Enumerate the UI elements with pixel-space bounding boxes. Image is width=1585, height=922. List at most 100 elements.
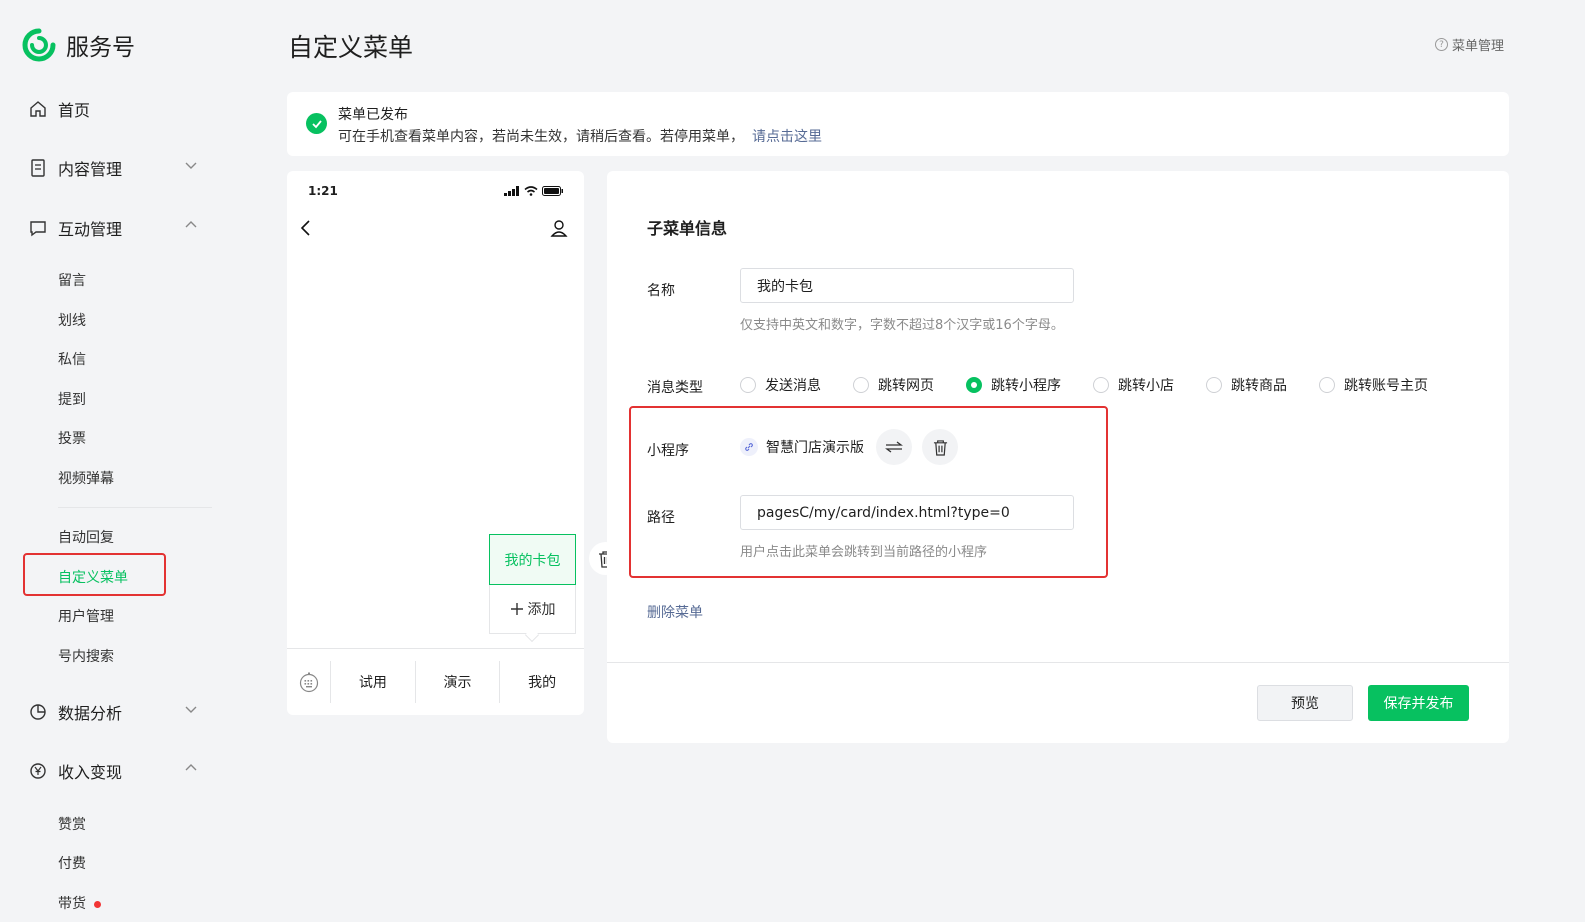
chevron-up-icon <box>185 764 197 771</box>
radio-label: 跳转网页 <box>878 378 934 394</box>
signal-icon <box>504 186 519 196</box>
preview-button[interactable]: 预览 <box>1257 685 1353 721</box>
nav-content[interactable]: 内容管理 <box>28 156 198 180</box>
radio-account-home[interactable]: 跳转账号主页 <box>1319 375 1428 395</box>
radio-mini-program[interactable]: 跳转小程序 <box>966 375 1061 395</box>
radio-label: 发送消息 <box>765 378 821 394</box>
radio-circle <box>740 377 756 393</box>
sidebar: 服务号 首页 内容管理 互动管理 留言 划线 私信 提到 投票 视频弹幕 自动回… <box>0 0 230 922</box>
submenu-add-button[interactable]: 添加 <box>489 585 576 634</box>
nav-sub-user-manage[interactable]: 用户管理 <box>58 606 114 626</box>
nav-sub-underline[interactable]: 划线 <box>58 310 86 330</box>
nav-interact[interactable]: 互动管理 <box>28 216 198 240</box>
nav-divider <box>58 507 212 508</box>
nav-home[interactable]: 首页 <box>28 97 198 121</box>
radio-web-page[interactable]: 跳转网页 <box>853 375 934 395</box>
pie-chart-icon <box>28 702 48 722</box>
help-link-label: 菜单管理 <box>1451 39 1504 54</box>
submenu-item-current[interactable]: 我的卡包 <box>489 534 576 585</box>
path-input[interactable]: pagesC/my/card/index.html?type=0 <box>740 495 1074 530</box>
nav-sub-message[interactable]: 私信 <box>58 349 86 369</box>
radio-product[interactable]: 跳转商品 <box>1206 375 1287 395</box>
nav-sub-comment[interactable]: 留言 <box>58 270 86 290</box>
menu-tab-trial[interactable]: 试用 <box>331 661 416 703</box>
back-icon[interactable] <box>300 219 312 241</box>
help-link[interactable]: ? 菜单管理 <box>1434 35 1504 54</box>
panel-divider <box>607 662 1509 663</box>
radio-circle <box>1319 377 1335 393</box>
logo-text: 服务号 <box>66 35 135 61</box>
nav-sub-goods[interactable]: 带货 <box>58 893 101 913</box>
radio-label: 跳转小店 <box>1118 378 1174 394</box>
nav-sub-search[interactable]: 号内搜索 <box>58 646 114 666</box>
nav-data-label: 数据分析 <box>58 704 123 723</box>
notice-text-body: 可在手机查看菜单内容，若尚未生效，请稍后查看。若停用菜单， <box>338 129 744 145</box>
radio-circle <box>1206 377 1222 393</box>
menu-tab-demo[interactable]: 演示 <box>416 661 501 703</box>
wifi-icon <box>524 186 538 196</box>
notification-dot <box>94 900 101 908</box>
radio-shop[interactable]: 跳转小店 <box>1093 375 1174 395</box>
nav-sub-paid[interactable]: 付费 <box>58 853 86 873</box>
phone-status <box>504 186 564 196</box>
logo[interactable]: 服务号 <box>22 28 135 62</box>
switch-mini-program-button[interactable] <box>876 429 912 465</box>
nav-data[interactable]: 数据分析 <box>28 700 198 724</box>
battery-icon <box>542 186 563 196</box>
chat-icon <box>28 218 48 238</box>
radio-label: 跳转小程序 <box>991 378 1061 394</box>
mini-program-selection: 智慧门店演示版 <box>740 429 958 465</box>
check-circle-icon <box>306 113 327 134</box>
radio-send-message[interactable]: 发送消息 <box>740 375 821 395</box>
submenu-add-label: 添加 <box>527 602 556 618</box>
remove-mini-program-button[interactable] <box>922 429 958 465</box>
nav-sub-vote[interactable]: 投票 <box>58 428 86 448</box>
phone-preview: 1:21 我的卡包 添加 试用 演示 我的 <box>287 171 584 715</box>
swap-icon <box>885 441 903 453</box>
nav-income[interactable]: 收入变现 <box>28 759 198 783</box>
disable-menu-link[interactable]: 请点击这里 <box>752 129 822 145</box>
phone-menu-bar: 试用 演示 我的 <box>287 648 584 715</box>
path-label: 路径 <box>647 510 675 526</box>
yen-icon <box>28 761 48 781</box>
highlight-box-sidebar <box>23 553 166 596</box>
nav-sub-auto-reply[interactable]: 自动回复 <box>58 527 114 547</box>
plus-icon <box>510 603 523 615</box>
nav-home-label: 首页 <box>58 101 91 120</box>
nav-sub-goods-label: 带货 <box>58 896 86 912</box>
nav-content-label: 内容管理 <box>58 160 123 179</box>
nav-sub-reward[interactable]: 赞赏 <box>58 814 86 834</box>
section-title: 子菜单信息 <box>647 219 728 238</box>
chevron-down-icon <box>185 162 197 169</box>
message-type-group: 发送消息 跳转网页 跳转小程序 跳转小店 跳转商品 跳转账号主页 <box>740 375 1460 395</box>
name-input[interactable]: 我的卡包 <box>740 268 1074 303</box>
document-icon <box>28 158 48 178</box>
trash-icon <box>933 439 947 456</box>
nav-income-label: 收入变现 <box>58 763 123 782</box>
name-label: 名称 <box>647 283 675 299</box>
mini-program-label: 小程序 <box>647 443 689 459</box>
type-label: 消息类型 <box>647 380 703 396</box>
save-publish-button[interactable]: 保存并发布 <box>1368 685 1469 721</box>
delete-menu-link[interactable]: 删除菜单 <box>647 602 703 622</box>
radio-label: 跳转商品 <box>1231 378 1287 394</box>
home-icon <box>28 99 48 119</box>
keyboard-icon[interactable] <box>287 661 331 703</box>
publish-notice: 菜单已发布 可在手机查看菜单内容，若尚未生效，请稍后查看。若停用菜单， 请点击这里 <box>287 92 1509 156</box>
radio-circle-checked <box>966 377 982 393</box>
nav-sub-danmaku[interactable]: 视频弹幕 <box>58 468 114 488</box>
link-icon <box>740 438 758 456</box>
question-icon: ? <box>1434 38 1448 51</box>
submenu-form-panel: 子菜单信息 名称 我的卡包 仅支持中英文和数字，字数不超过8个汉字或16个字母。… <box>607 171 1509 743</box>
name-hint: 仅支持中英文和数字，字数不超过8个汉字或16个字母。 <box>740 318 1064 333</box>
page-title: 自定义菜单 <box>288 33 414 62</box>
nav-sub-mention[interactable]: 提到 <box>58 389 86 409</box>
profile-icon[interactable] <box>550 219 568 241</box>
menu-tab-mine[interactable]: 我的 <box>500 661 584 703</box>
submenu-popup: 我的卡包 添加 <box>489 534 576 643</box>
phone-time: 1:21 <box>308 184 338 198</box>
radio-label: 跳转账号主页 <box>1344 378 1428 394</box>
logo-icon <box>22 28 56 62</box>
radio-circle <box>1093 377 1109 393</box>
chevron-up-icon <box>185 221 197 228</box>
